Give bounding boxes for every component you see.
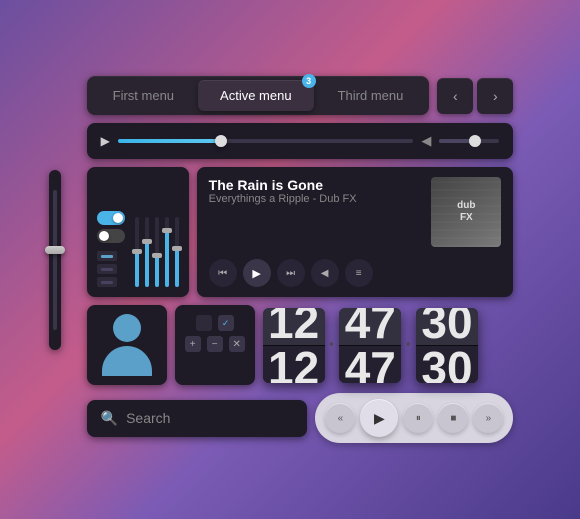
- eq-small-ctrl-1[interactable]: [97, 251, 117, 261]
- equalizer-panel: [87, 167, 189, 297]
- eq-sliders: [135, 207, 179, 287]
- progress-thumb[interactable]: [215, 135, 227, 147]
- cb-row-1: ✓: [185, 315, 245, 331]
- eq-slider-3[interactable]: [155, 207, 159, 287]
- checkbox-2[interactable]: ✓: [218, 315, 234, 331]
- eq-controls: [97, 211, 125, 287]
- mc-play[interactable]: ▶: [243, 259, 271, 287]
- search-placeholder: Search: [126, 410, 170, 426]
- eq-slider-4[interactable]: [165, 207, 169, 287]
- eq-slider-1[interactable]: [135, 207, 139, 287]
- mc-volume[interactable]: ◀: [311, 259, 339, 287]
- progress-track[interactable]: [118, 139, 413, 143]
- mp-stop[interactable]: ■: [438, 403, 468, 433]
- mc-rewind[interactable]: ⏮: [209, 259, 237, 287]
- badge-count: 3: [302, 74, 316, 88]
- progress-bar-row: ▶ ◀: [87, 123, 514, 159]
- avatar: [102, 314, 152, 376]
- eq-small-ctrl-3[interactable]: [97, 277, 117, 287]
- song-title: The Rain is Gone: [209, 177, 424, 193]
- mc-fast-forward[interactable]: ⏭: [277, 259, 305, 287]
- checkbox-panel: ✓ + − ✕: [175, 305, 255, 385]
- tab-first[interactable]: First menu: [91, 80, 196, 111]
- nav-next-button[interactable]: ›: [477, 78, 513, 114]
- mp-play[interactable]: ▶: [360, 399, 398, 437]
- music-info-panel: The Rain is Gone Everythings a Ripple - …: [197, 167, 514, 297]
- flip-hours: 12 12: [263, 308, 325, 383]
- eq-toggle-1[interactable]: [97, 211, 125, 225]
- volume-thumb[interactable]: [469, 135, 481, 147]
- song-artist: Everythings a Ripple - Dub FX: [209, 193, 424, 205]
- menu-row: First menu Active menu 3 Third menu ‹ ›: [87, 76, 514, 115]
- tab-third[interactable]: Third menu: [316, 80, 426, 111]
- volume-icon[interactable]: ◀: [421, 133, 431, 149]
- flip-sep-2: ·: [405, 334, 412, 357]
- flip-seconds: 30 30: [416, 308, 478, 383]
- tab-active[interactable]: Active menu 3: [198, 80, 314, 111]
- toggle-knob-2: [99, 231, 109, 241]
- eq-small-ctrl-2[interactable]: [97, 264, 117, 274]
- toggle-off[interactable]: [97, 229, 125, 243]
- mp-rewind[interactable]: «: [325, 403, 355, 433]
- mp-forward[interactable]: »: [473, 403, 503, 433]
- cb-row-2: + − ✕: [185, 336, 245, 352]
- widgets-row: ✓ + − ✕ 12 12 ·: [87, 305, 514, 385]
- music-info-row: The Rain is Gone Everythings a Ripple - …: [209, 177, 502, 247]
- toggle-on[interactable]: [97, 211, 125, 225]
- flip-clock: 12 12 · 47 47 ·: [263, 308, 478, 383]
- mc-list[interactable]: ≡: [345, 259, 373, 287]
- vertical-slider-thumb[interactable]: [45, 246, 65, 254]
- eq-music-row: The Rain is Gone Everythings a Ripple - …: [87, 167, 514, 297]
- avatar-panel: [87, 305, 167, 385]
- avatar-head: [113, 314, 141, 342]
- cb-add[interactable]: +: [185, 336, 201, 352]
- menu-tabs: First menu Active menu 3 Third menu: [87, 76, 430, 115]
- avatar-body: [102, 346, 152, 376]
- mp-pause[interactable]: ⏸: [403, 403, 433, 433]
- eq-slider-5[interactable]: [175, 207, 179, 287]
- flip-sep-1: ·: [329, 334, 336, 357]
- vertical-slider[interactable]: [49, 170, 61, 350]
- flip-minutes: 47 47: [339, 308, 401, 383]
- nav-arrows: ‹ ›: [437, 78, 513, 114]
- eq-slider-2[interactable]: [145, 207, 149, 287]
- bottom-row: 🔍 Search « ▶ ⏸ ■ »: [87, 393, 514, 443]
- eq-toggle-2[interactable]: [97, 229, 125, 243]
- play-button-small[interactable]: ▶: [101, 134, 110, 148]
- album-art: dubFX: [431, 177, 501, 247]
- volume-track[interactable]: [439, 139, 499, 143]
- music-text: The Rain is Gone Everythings a Ripple - …: [209, 177, 424, 205]
- music-controls: ⏮ ▶ ⏭ ◀ ≡: [209, 259, 502, 287]
- search-icon: 🔍: [101, 410, 118, 427]
- vertical-slider-track: [53, 190, 57, 330]
- cb-remove[interactable]: −: [207, 336, 223, 352]
- search-bar[interactable]: 🔍 Search: [87, 400, 308, 437]
- album-label: dubFX: [457, 200, 475, 224]
- media-player: « ▶ ⏸ ■ »: [315, 393, 513, 443]
- progress-fill: [118, 139, 221, 143]
- toggle-knob-1: [113, 213, 123, 223]
- cb-close[interactable]: ✕: [229, 336, 245, 352]
- checkbox-1[interactable]: [196, 315, 212, 331]
- nav-prev-button[interactable]: ‹: [437, 78, 473, 114]
